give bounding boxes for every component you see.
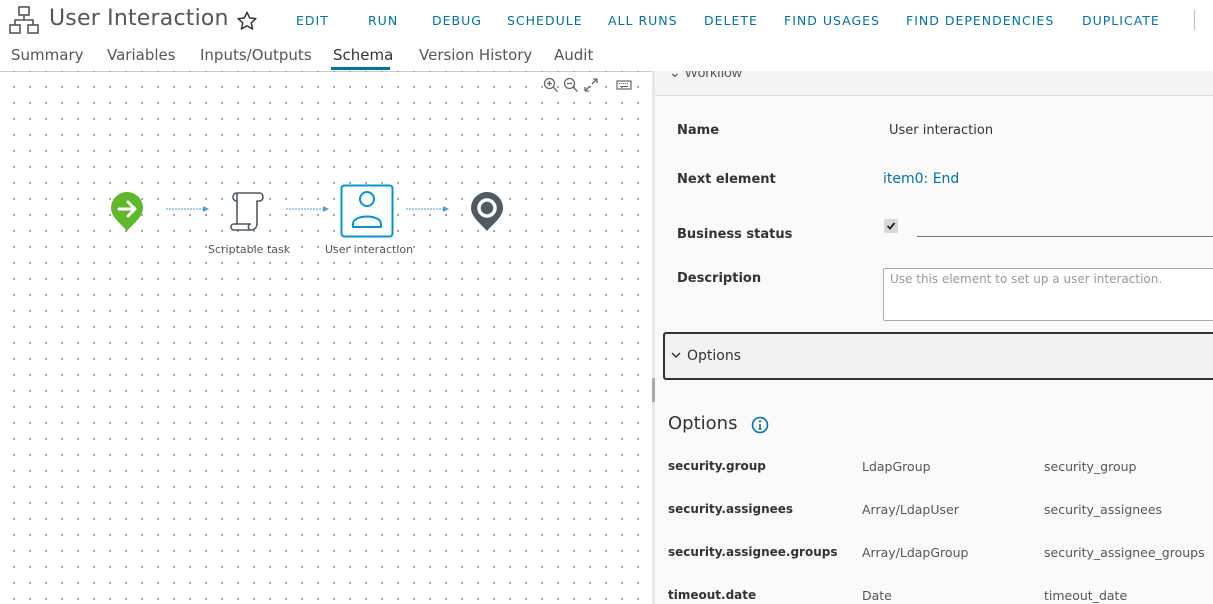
option-type: Array/LdapGroup — [862, 545, 969, 560]
option-binding: timeout_date — [1044, 588, 1128, 603]
keyboard-icon[interactable] — [616, 77, 632, 93]
name-label: Name — [677, 123, 720, 138]
option-type: Array/LdapUser — [862, 502, 959, 517]
tab-variables[interactable]: Variables — [107, 46, 176, 64]
zoom-out-icon[interactable] — [563, 77, 579, 93]
favorite-star-icon[interactable] — [236, 10, 258, 32]
tab-schema[interactable]: Schema — [333, 46, 393, 64]
connector-arrow — [406, 206, 449, 212]
option-key: security.assignees — [668, 502, 794, 516]
business-status-label: Business status — [677, 227, 793, 242]
page-title: User Interaction — [49, 6, 229, 31]
name-value: User interaction — [889, 123, 994, 138]
duplicate-button[interactable]: DUPLICATE — [1082, 13, 1160, 28]
tab-bar: Summary Variables Inputs/Outputs Schema … — [0, 42, 1213, 72]
page-header: User Interaction EDIT RUN DEBUG SCHEDULE… — [0, 0, 1213, 42]
zoom-in-icon[interactable] — [543, 77, 559, 93]
next-element-label: Next element — [677, 172, 776, 187]
scriptable-task-label: Scriptable task — [208, 243, 291, 256]
tab-audit[interactable]: Audit — [554, 46, 593, 64]
start-node[interactable] — [108, 189, 146, 233]
schedule-button[interactable]: SCHEDULE — [507, 13, 583, 28]
connector-arrow — [286, 206, 329, 212]
delete-button[interactable]: DELETE — [704, 13, 758, 28]
tab-version-history[interactable]: Version History — [419, 46, 532, 64]
options-section-title: Options — [687, 348, 742, 364]
workflow-section-title: ⌄ Workflow — [669, 71, 742, 80]
description-placeholder: Use this element to set up a user intera… — [890, 272, 1163, 286]
checkmark-icon — [886, 222, 896, 230]
option-type: Date — [862, 588, 892, 603]
option-key: timeout.date — [668, 588, 757, 602]
fullscreen-icon[interactable] — [583, 77, 599, 93]
user-interaction-node[interactable] — [340, 184, 394, 238]
description-label: Description — [677, 271, 762, 286]
option-key: security.assignee.groups — [668, 545, 838, 559]
find-usages-button[interactable]: FIND USAGES — [784, 13, 880, 28]
tab-summary[interactable]: Summary — [11, 46, 84, 64]
option-binding: security_assignees — [1044, 502, 1163, 517]
all-runs-button[interactable]: ALL RUNS — [608, 13, 678, 28]
connector-arrow — [166, 206, 209, 212]
business-status-checkbox[interactable] — [884, 219, 898, 233]
next-element-link[interactable]: item0: End — [883, 171, 959, 187]
option-key: security.group — [668, 459, 766, 473]
header-divider — [1194, 10, 1195, 30]
option-type: LdapGroup — [862, 459, 931, 474]
info-icon[interactable] — [751, 416, 769, 434]
user-interaction-label: User interaction — [325, 243, 414, 256]
options-section-header[interactable]: Options — [663, 332, 1213, 380]
run-button[interactable]: RUN — [368, 13, 398, 28]
properties-panel: ⌄ Workflow Name User interaction Next el… — [655, 71, 1213, 604]
scriptable-task-node[interactable] — [228, 189, 266, 233]
options-title: Options — [668, 413, 738, 434]
tab-inputs-outputs[interactable]: Inputs/Outputs — [200, 46, 312, 64]
edit-button[interactable]: EDIT — [296, 13, 329, 28]
option-binding: security_assignee_groups — [1044, 545, 1205, 560]
workflow-icon — [9, 6, 39, 34]
description-textarea[interactable]: Use this element to set up a user intera… — [883, 268, 1213, 321]
find-dependencies-button[interactable]: FIND DEPENDENCIES — [906, 13, 1054, 28]
active-tab-indicator — [331, 67, 390, 70]
debug-button[interactable]: DEBUG — [432, 13, 482, 28]
business-status-input[interactable] — [917, 236, 1213, 237]
workflow-section-header[interactable]: ⌄ Workflow — [655, 71, 1213, 96]
option-binding: security_group — [1044, 459, 1137, 474]
schema-canvas[interactable]: Scriptable task User interaction — [0, 71, 652, 604]
chevron-down-icon — [671, 352, 681, 359]
end-node[interactable] — [468, 189, 506, 233]
